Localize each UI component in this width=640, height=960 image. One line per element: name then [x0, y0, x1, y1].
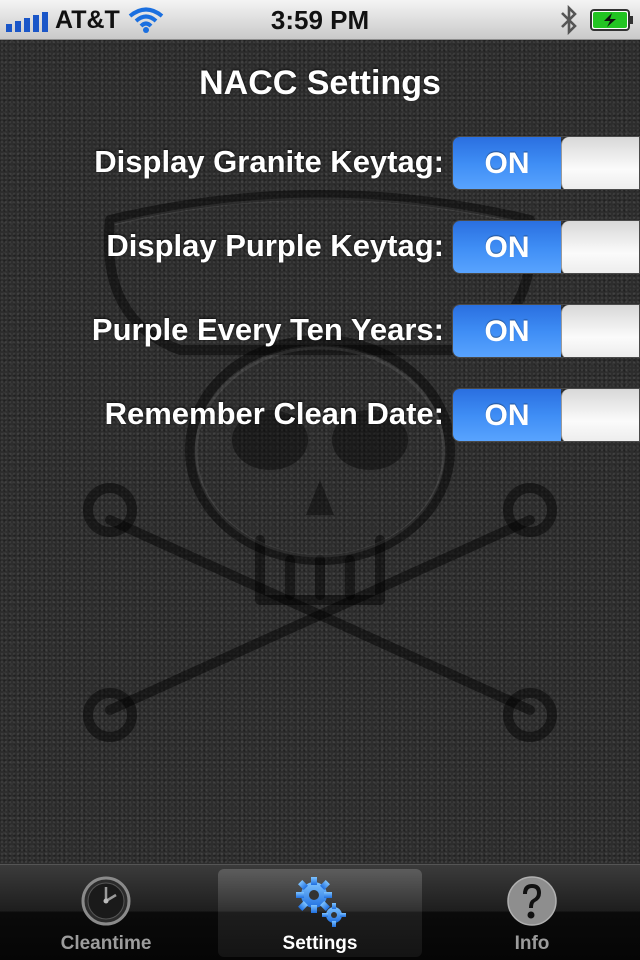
tab-info[interactable]: Info — [430, 869, 634, 957]
bluetooth-icon — [561, 4, 577, 36]
toggle-knob[interactable] — [561, 389, 639, 441]
toggle-state: ON — [453, 305, 561, 357]
setting-label: Display Granite Keytag: — [94, 144, 444, 179]
page-title: NACC Settings — [199, 64, 441, 102]
setting-row-purple-keytag: Display Purple Keytag: ON — [0, 220, 640, 274]
question-mark-icon — [507, 876, 557, 926]
setting-row-granite-keytag: Display Granite Keytag: ON — [0, 136, 640, 190]
toggle-knob[interactable] — [561, 137, 639, 189]
tab-label: Settings — [282, 933, 358, 954]
tab-label: Cleantime — [60, 933, 152, 954]
purple-keytag-toggle[interactable]: ON — [452, 220, 640, 274]
battery-icon — [590, 9, 633, 31]
gear-icon — [296, 877, 346, 927]
toggle-state: ON — [453, 389, 561, 441]
setting-label: Purple Every Ten Years: — [91, 312, 444, 347]
toggle-state: ON — [453, 137, 561, 189]
setting-label: Display Purple Keytag: — [106, 228, 444, 263]
tab-bar: Cleantime Settings Info — [0, 864, 640, 960]
toggle-knob[interactable] — [561, 305, 639, 357]
purple-every-ten-years-toggle[interactable]: ON — [452, 304, 640, 358]
toggle-knob[interactable] — [561, 221, 639, 273]
skull-crossbones-background-icon — [83, 190, 557, 742]
tab-settings[interactable]: Settings — [218, 869, 422, 957]
granite-keytag-toggle[interactable]: ON — [452, 136, 640, 190]
clock-icon — [81, 876, 131, 926]
tab-cleantime[interactable]: Cleantime — [4, 869, 208, 957]
remember-clean-date-toggle[interactable]: ON — [452, 388, 640, 442]
setting-row-purple-every-ten-years: Purple Every Ten Years: ON — [0, 304, 640, 358]
toggle-state: ON — [453, 221, 561, 273]
status-time: 3:59 PM — [270, 5, 370, 35]
setting-label: Remember Clean Date: — [104, 396, 444, 431]
status-bar: AT&T 3:59 PM — [0, 0, 640, 40]
setting-row-remember-clean-date: Remember Clean Date: ON — [0, 388, 640, 442]
settings-screen: NACC Settings Display Granite Keytag: ON… — [0, 40, 640, 864]
tab-label: Info — [514, 933, 550, 954]
